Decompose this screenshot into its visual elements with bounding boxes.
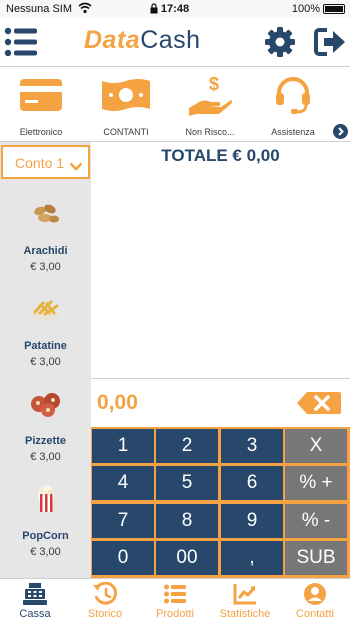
keypad: 0,00 1 2 3 X 4 5 6 % + 7 8 9 % - 0 00 , … [91, 378, 350, 578]
product-name: Pizzette [25, 435, 66, 447]
tab-label: Cassa [19, 608, 51, 620]
logout-icon [314, 28, 345, 56]
key-4[interactable]: 4 [92, 466, 154, 500]
status-bar: Nessuna SIM 17:48 100% [0, 0, 350, 18]
battery-percent: 100% [291, 3, 320, 15]
chevron-right-icon [338, 127, 344, 136]
product-price: € 3,00 [30, 546, 61, 558]
product-item-pizzette[interactable]: Pizzette € 3,00 [0, 375, 91, 470]
tab-cassa[interactable]: Cassa [0, 582, 70, 622]
tab-contatti[interactable]: Contatti [280, 582, 350, 622]
tab-label: Contatti [296, 608, 334, 620]
fries-image [0, 294, 91, 324]
payment-electronic-label: Elettronico [19, 127, 63, 137]
mini-pizza-image [0, 389, 91, 419]
key-5[interactable]: 5 [156, 466, 218, 500]
key-percent-minus[interactable]: % - [285, 504, 347, 538]
amount-display: 0,00 [91, 379, 350, 427]
key-subtotal[interactable]: SUB [285, 541, 347, 575]
list-icon [140, 582, 210, 606]
key-6[interactable]: 6 [221, 466, 283, 500]
app-logo: DataCash [84, 26, 201, 55]
history-icon [70, 582, 140, 606]
key-0[interactable]: 0 [92, 541, 154, 575]
product-name: PopCorn [22, 530, 69, 542]
payment-cash-label: CONTANTI [103, 127, 149, 137]
lock-icon [150, 3, 158, 17]
product-price: € 3,00 [30, 356, 61, 368]
product-item-patatine[interactable]: Patatine € 3,00 [0, 280, 91, 375]
credit-card-icon [1, 73, 81, 117]
cash-bill-icon [86, 73, 166, 117]
payment-cash[interactable]: CONTANTI [86, 73, 166, 139]
product-name: Arachidi [23, 245, 68, 257]
receipt-area: TOTALE € 0,00 [91, 142, 350, 378]
contact-icon [280, 582, 350, 606]
key-7[interactable]: 7 [92, 504, 154, 538]
logo-data-text: Data [84, 26, 141, 54]
chevron-down-icon [69, 158, 83, 176]
key-percent-plus[interactable]: % + [285, 466, 347, 500]
key-3[interactable]: 3 [221, 429, 283, 463]
product-price: € 3,00 [30, 261, 61, 273]
backspace-button[interactable] [297, 391, 341, 415]
key-comma[interactable]: , [221, 541, 283, 575]
account-select-value: Conto 1 [15, 155, 65, 171]
product-price: € 3,00 [30, 451, 61, 463]
tab-statistiche[interactable]: Statistiche [210, 582, 280, 622]
cash-register-icon [0, 582, 70, 606]
key-2[interactable]: 2 [156, 429, 218, 463]
amount-value: 0,00 [97, 391, 138, 414]
key-00[interactable]: 00 [156, 541, 218, 575]
account-select[interactable]: Conto 1 [1, 145, 90, 179]
logo-cash-text: Cash [140, 26, 201, 54]
bottom-tab-bar: Cassa Storico Prodotti Statistiche Conta… [0, 578, 350, 623]
chart-icon [210, 582, 280, 606]
tab-label: Prodotti [156, 608, 194, 620]
product-item-popcorn[interactable]: PopCorn € 3,00 [0, 470, 91, 565]
peanuts-image [0, 199, 91, 229]
menu-icon [4, 27, 37, 57]
tab-label: Storico [87, 608, 123, 620]
tab-storico[interactable]: Storico [70, 582, 140, 622]
product-name: Patatine [24, 340, 67, 352]
payment-methods-bar: Elettronico CONTANTI $ Non Risco... Assi… [0, 66, 350, 142]
key-9[interactable]: 9 [221, 504, 283, 538]
settings-button[interactable] [264, 26, 296, 58]
headset-icon [253, 73, 333, 117]
tab-label: Statistiche [219, 608, 271, 620]
payment-unpaid[interactable]: $ Non Risco... [170, 73, 250, 139]
key-multiply[interactable]: X [285, 429, 347, 463]
app-header: DataCash [0, 18, 350, 66]
payment-unpaid-label: Non Risco... [185, 127, 235, 137]
battery-icon [323, 4, 345, 14]
payment-assistance-label: Assistenza [271, 127, 315, 137]
popcorn-image [0, 484, 91, 514]
svg-text:$: $ [209, 74, 219, 94]
menu-button[interactable] [4, 27, 38, 57]
key-1[interactable]: 1 [92, 429, 154, 463]
payment-electronic[interactable]: Elettronico [1, 73, 81, 139]
payment-next-button[interactable] [333, 124, 348, 139]
product-item-arachidi[interactable]: Arachidi € 3,00 [0, 185, 91, 280]
backspace-icon [297, 392, 341, 414]
total-label: TOTALE € 0,00 [161, 146, 280, 165]
logout-button[interactable] [314, 27, 346, 57]
tab-prodotti[interactable]: Prodotti [140, 582, 210, 622]
gear-icon [265, 27, 295, 57]
hand-dollar-icon: $ [170, 73, 250, 117]
payment-assistance[interactable]: Assistenza [253, 73, 333, 139]
key-8[interactable]: 8 [156, 504, 218, 538]
product-sidebar: Conto 1 Arachidi € 3,00 Patatine € 3,00 … [0, 142, 91, 578]
